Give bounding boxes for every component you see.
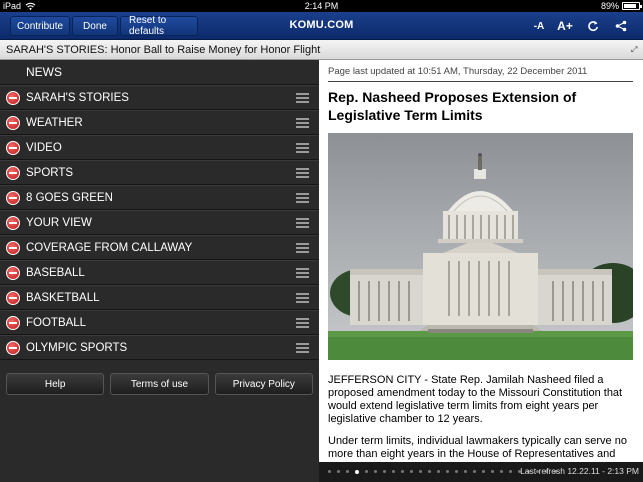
battery-icon (622, 2, 642, 10)
section-label: SPORTS (26, 167, 74, 179)
last-refresh-text: Last refresh 12.22.11 - 2:13 PM (520, 466, 639, 476)
status-bar: iPad 2:14 PM 89% (0, 0, 643, 12)
share-icon[interactable] (612, 17, 630, 35)
section-row[interactable]: BASEBALL (0, 260, 319, 285)
delete-icon[interactable] (6, 291, 20, 305)
page-dot[interactable] (337, 470, 340, 473)
reorder-handle-icon[interactable] (296, 143, 309, 153)
section-label: 8 GOES GREEN (26, 192, 113, 204)
reorder-handle-icon[interactable] (296, 93, 309, 103)
page-dot[interactable] (328, 470, 331, 473)
delete-icon[interactable] (6, 316, 20, 330)
reorder-handle-icon[interactable] (296, 293, 309, 303)
terms-button[interactable]: Terms of use (110, 373, 209, 395)
reorder-handle-icon[interactable] (296, 318, 309, 328)
section-row[interactable]: WEATHER (0, 110, 319, 135)
article-paragraph: JEFFERSON CITY - State Rep. Jamilah Nash… (328, 374, 623, 425)
page-dot[interactable] (410, 470, 413, 473)
section-row[interactable]: YOUR VIEW (0, 210, 319, 235)
sections-panel: NEWS SARAH'S STORIES WEATHER VIDEO SPORTS 8 … (0, 60, 319, 482)
last-updated-text: Page last updated at 10:51 AM, Thursday,… (328, 66, 633, 82)
section-label: SARAH'S STORIES (26, 92, 129, 104)
footer-buttons: Help Terms of use Privacy Policy (6, 373, 313, 395)
section-header: NEWS (0, 60, 319, 85)
page-dot[interactable] (455, 470, 458, 473)
section-row[interactable]: VIDEO (0, 135, 319, 160)
delete-icon[interactable] (6, 166, 20, 180)
page-indicator-bar: Last refresh 12.22.11 - 2:13 PM (319, 462, 643, 482)
page-dot[interactable] (346, 470, 349, 473)
article-headline: Rep. Nasheed Proposes Extension of Legis… (328, 89, 577, 123)
page-dot[interactable] (509, 470, 512, 473)
page-dot[interactable] (401, 470, 404, 473)
battery-percent: 89% (600, 1, 619, 11)
section-row[interactable]: BASKETBALL (0, 285, 319, 310)
page-dot[interactable] (374, 470, 377, 473)
font-smaller-button[interactable]: -A (528, 17, 550, 35)
section-row[interactable]: FOOTBALL (0, 310, 319, 335)
delete-icon[interactable] (6, 216, 20, 230)
delete-icon[interactable] (6, 91, 20, 105)
reorder-handle-icon[interactable] (296, 218, 309, 228)
page-dot[interactable] (446, 470, 449, 473)
section-row[interactable]: SARAH'S STORIES (0, 85, 319, 110)
delete-icon[interactable] (6, 116, 20, 130)
page-dot[interactable] (428, 470, 431, 473)
reorder-handle-icon[interactable] (296, 118, 309, 128)
font-larger-button[interactable]: A+ (553, 17, 577, 35)
section-label: VIDEO (26, 142, 62, 154)
ticker-text: SARAH'S STORIES: Honor Ball to Raise Mon… (6, 44, 321, 56)
refresh-icon[interactable] (584, 17, 602, 35)
page-dot[interactable] (365, 470, 368, 473)
delete-icon[interactable] (6, 341, 20, 355)
section-label: COVERAGE FROM CALLAWAY (26, 242, 193, 254)
section-label: BASEBALL (26, 267, 85, 279)
page-dot[interactable] (464, 470, 467, 473)
clock: 2:14 PM (304, 1, 339, 11)
delete-icon[interactable] (6, 141, 20, 155)
page-dot-active[interactable] (355, 469, 359, 474)
privacy-button[interactable]: Privacy Policy (214, 373, 313, 395)
page-dot[interactable] (392, 470, 395, 473)
reorder-handle-icon[interactable] (296, 343, 309, 353)
section-label: OLYMPIC SPORTS (26, 342, 128, 354)
section-row[interactable]: OLYMPIC SPORTS (0, 335, 319, 360)
article-paragraph: Under term limits, individual lawmakers … (328, 435, 627, 460)
top-toolbar: Contribute Done Reset to defaults KOMU.C… (0, 12, 643, 40)
page-dot[interactable] (473, 470, 476, 473)
section-row[interactable]: 8 GOES GREEN (0, 185, 319, 210)
page-dot[interactable] (482, 470, 485, 473)
delete-icon[interactable] (6, 241, 20, 255)
page-dot[interactable] (437, 470, 440, 473)
reorder-handle-icon[interactable] (296, 243, 309, 253)
page-dot[interactable] (491, 470, 494, 473)
article-image[interactable] (328, 133, 633, 360)
page-dot[interactable] (383, 470, 386, 473)
section-label: FOOTBALL (26, 317, 87, 329)
reorder-handle-icon[interactable] (296, 168, 309, 178)
expand-icon[interactable]: ⤢ (631, 46, 639, 54)
section-label: BASKETBALL (26, 292, 100, 304)
page-dot[interactable] (500, 470, 503, 473)
section-row[interactable]: COVERAGE FROM CALLAWAY (0, 235, 319, 260)
section-label: WEATHER (26, 117, 83, 129)
section-label: YOUR VIEW (26, 217, 92, 229)
delete-icon[interactable] (6, 266, 20, 280)
news-ticker[interactable]: SARAH'S STORIES: Honor Ball to Raise Mon… (0, 40, 643, 60)
reorder-handle-icon[interactable] (296, 268, 309, 278)
page-dot[interactable] (419, 470, 422, 473)
article-body: JEFFERSON CITY - State Rep. Jamilah Nash… (328, 374, 633, 462)
article-panel[interactable]: Page last updated at 10:51 AM, Thursday,… (319, 60, 643, 462)
help-button[interactable]: Help (6, 373, 105, 395)
delete-icon[interactable] (6, 191, 20, 205)
reorder-handle-icon[interactable] (296, 193, 309, 203)
section-row[interactable]: SPORTS (0, 160, 319, 185)
